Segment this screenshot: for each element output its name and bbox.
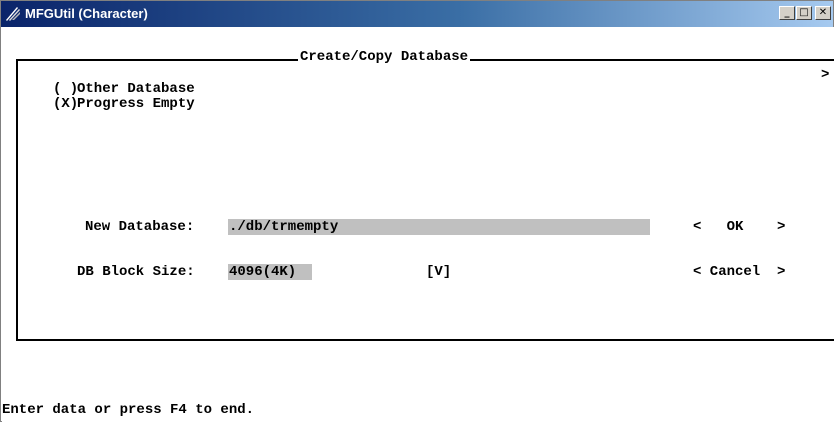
title-bar[interactable]: MFGUtil (Character) _ □ ✕ [1, 1, 833, 27]
close-button[interactable]: ✕ [815, 6, 831, 20]
terminal-area[interactable]: Create/Copy Database > ( ) Other Databas… [2, 27, 834, 422]
new-database-label: New Database: [85, 219, 195, 235]
app-icon [6, 7, 20, 21]
maximize-button[interactable]: □ [796, 6, 812, 20]
option-marker[interactable]: ( ) [53, 81, 78, 97]
block-size-label: DB Block Size: [77, 264, 195, 280]
scroll-indicator: > [821, 67, 830, 83]
window-title: MFGUtil (Character) [25, 6, 148, 21]
option-label: Other Database [77, 81, 195, 97]
block-size-dropdown-button[interactable]: [V] [426, 264, 451, 280]
status-line: Enter data or press F4 to end. [2, 402, 255, 418]
cancel-button[interactable]: < Cancel > [693, 264, 785, 280]
option-marker[interactable]: (X) [53, 96, 78, 112]
app-window: MFGUtil (Character) _ □ ✕ Create/Copy Da… [0, 0, 834, 422]
dialog-title: Create/Copy Database [298, 49, 471, 65]
new-database-input[interactable]: ./db/trmempty [229, 219, 338, 235]
dialog-frame-bottom [16, 339, 834, 341]
block-size-select[interactable]: 4096(4K) [229, 264, 296, 280]
option-label: Progress Empty [77, 96, 195, 112]
minimize-button[interactable]: _ [779, 6, 795, 20]
ok-button[interactable]: < OK > [693, 219, 785, 235]
dialog-frame-left [16, 59, 18, 341]
